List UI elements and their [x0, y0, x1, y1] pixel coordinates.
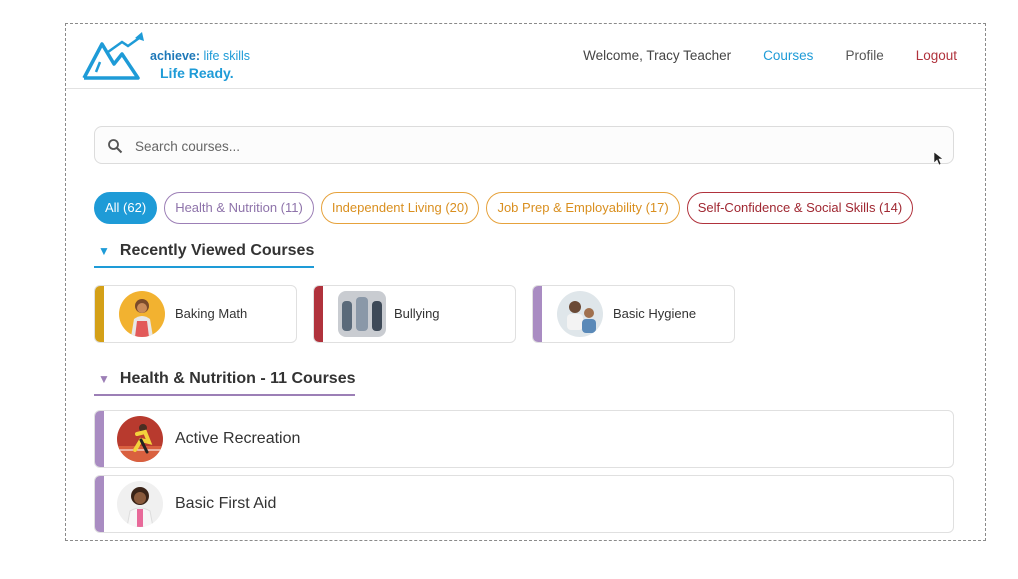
filter-independent-living[interactable]: Independent Living (20): [320, 192, 480, 224]
course-row[interactable]: Basic First Aid: [94, 475, 954, 533]
course-thumbnail: [117, 416, 163, 462]
category-accent-bar: [95, 476, 104, 532]
recent-course-card[interactable]: Bullying: [313, 285, 516, 343]
collapse-triangle-icon: ▼: [98, 372, 110, 386]
filter-health-nutrition[interactable]: Health & Nutrition (11): [164, 192, 314, 224]
course-title: Bullying: [394, 306, 440, 321]
mouse-cursor-icon: [934, 152, 944, 166]
course-thumbnail: [117, 481, 163, 527]
category-accent-bar: [95, 286, 104, 342]
category-accent-bar: [533, 286, 542, 342]
brand-logo[interactable]: achieve: life skills Life Ready.: [82, 32, 250, 82]
health-section-title: Health & Nutrition - 11 Courses: [119, 370, 356, 387]
filter-job-prep[interactable]: Job Prep & Employability (17): [486, 192, 680, 224]
welcome-text: Welcome, Tracy Teacher: [583, 48, 732, 63]
nav-courses-link[interactable]: Courses: [763, 48, 813, 63]
recent-section-title: Recently Viewed Courses: [119, 242, 315, 259]
course-title: Active Recreation: [175, 430, 301, 447]
health-section-toggle[interactable]: ▼ Health & Nutrition - 11 Courses: [94, 370, 356, 396]
recent-course-card[interactable]: Baking Math: [94, 285, 297, 343]
category-accent-bar: [314, 286, 323, 342]
recent-section-toggle[interactable]: ▼ Recently Viewed Courses: [94, 242, 315, 268]
category-filters: All (62) Health & Nutrition (11) Indepen…: [94, 192, 914, 224]
mountain-logo-icon: [82, 32, 144, 80]
brand-tagline: achieve: life skills: [150, 49, 251, 63]
nav-logout-link[interactable]: Logout: [916, 48, 957, 63]
search-input[interactable]: [133, 135, 917, 157]
course-title: Basic First Aid: [175, 495, 277, 512]
category-accent-bar: [95, 411, 104, 467]
nav-profile-link[interactable]: Profile: [845, 48, 883, 63]
header: achieve: life skills Life Ready. Welcome…: [66, 24, 985, 89]
course-thumbnail: [557, 291, 603, 337]
course-title: Baking Math: [175, 306, 248, 321]
top-nav: Welcome, Tracy Teacher Courses Profile L…: [583, 48, 957, 63]
course-title: Basic Hygiene: [613, 306, 697, 321]
search-icon: [108, 139, 123, 154]
course-row[interactable]: Active Recreation: [94, 410, 954, 468]
recent-course-card[interactable]: Basic Hygiene: [532, 285, 735, 343]
collapse-triangle-icon: ▼: [98, 244, 110, 258]
course-thumbnail: [338, 291, 386, 337]
brand-subtitle: Life Ready.: [160, 65, 234, 81]
search-bar[interactable]: [94, 126, 954, 164]
app-frame: achieve: life skills Life Ready. Welcome…: [65, 23, 986, 541]
filter-all[interactable]: All (62): [94, 192, 158, 224]
filter-self-confidence[interactable]: Self-Confidence & Social Skills (14): [686, 192, 914, 224]
course-thumbnail: [119, 291, 165, 337]
